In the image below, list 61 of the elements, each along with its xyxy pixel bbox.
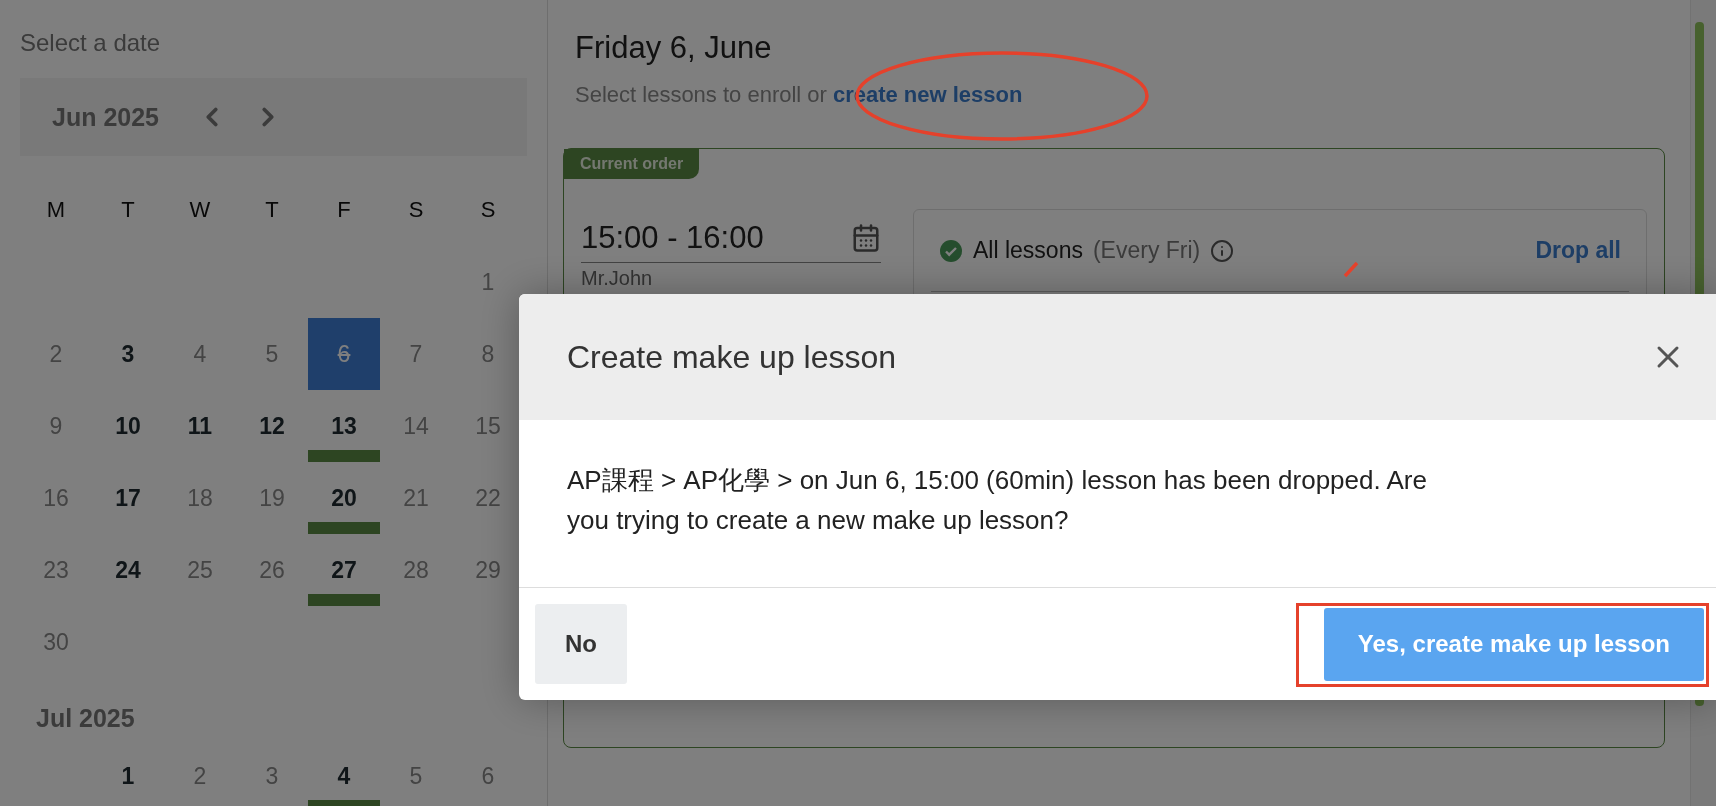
time-field[interactable]: 15:00 - 16:00 bbox=[581, 213, 881, 263]
page-title: Friday 6, June bbox=[574, 30, 773, 66]
selected-day[interactable]: 6 bbox=[308, 318, 380, 390]
day-number[interactable]: 10 bbox=[115, 412, 141, 440]
day-number[interactable]: 19 bbox=[259, 484, 285, 512]
day-number[interactable]: 1 bbox=[121, 762, 135, 790]
day-number[interactable]: 6 bbox=[481, 762, 495, 790]
day-number[interactable]: 2 bbox=[49, 340, 63, 368]
day-number[interactable]: 15 bbox=[475, 412, 501, 440]
weekday-label: T bbox=[121, 197, 135, 223]
day-number[interactable]: 17 bbox=[115, 484, 141, 512]
day-number[interactable]: 2 bbox=[193, 762, 207, 790]
day-number[interactable]: 11 bbox=[187, 412, 213, 440]
sidebar-title: Select a date bbox=[20, 28, 162, 58]
day-number[interactable]: 22 bbox=[475, 484, 501, 512]
info-icon[interactable] bbox=[1210, 238, 1235, 263]
day-number[interactable]: 21 bbox=[403, 484, 429, 512]
weekday-label: F bbox=[337, 197, 351, 223]
dialog-title: Create make up lesson bbox=[567, 338, 897, 376]
day-number[interactable]: 27 bbox=[331, 556, 357, 584]
day-number[interactable]: 29 bbox=[475, 556, 501, 584]
order-tag: Current order bbox=[564, 149, 700, 179]
lessons-label: All lessons bbox=[973, 237, 1083, 264]
day-number[interactable]: 6 bbox=[337, 340, 351, 368]
drop-all-button[interactable]: Drop all bbox=[1527, 237, 1629, 264]
cancel-button[interactable]: No bbox=[535, 604, 627, 684]
day-number[interactable]: 23 bbox=[43, 556, 69, 584]
day-number[interactable]: 4 bbox=[337, 762, 351, 790]
day-number[interactable]: 3 bbox=[121, 340, 135, 368]
day-number[interactable]: 5 bbox=[265, 340, 279, 368]
day-number[interactable]: 8 bbox=[481, 340, 495, 368]
day-number[interactable]: 4 bbox=[193, 340, 207, 368]
day-number[interactable]: 26 bbox=[259, 556, 285, 584]
dialog-message: AP課程 > AP化學 > on Jun 6, 15:00 (60min) lesson has been dropped. Are you trying to create a new make up lesson? bbox=[519, 420, 1716, 588]
day-number[interactable]: 7 bbox=[409, 340, 423, 368]
day-number[interactable]: 3 bbox=[265, 762, 279, 790]
weekday-label: S bbox=[480, 197, 496, 223]
day-number[interactable]: 28 bbox=[403, 556, 429, 584]
day-number[interactable]: 16 bbox=[43, 484, 69, 512]
pen-mark bbox=[1343, 261, 1359, 278]
weekday-label: W bbox=[189, 197, 211, 223]
month-label: Jul 2025 bbox=[35, 703, 136, 734]
day-number[interactable]: 24 bbox=[115, 556, 141, 584]
day-number[interactable]: 20 bbox=[331, 484, 357, 512]
calendar-icon bbox=[851, 222, 881, 253]
day-number[interactable]: 18 bbox=[187, 484, 213, 512]
day-number[interactable]: 14 bbox=[403, 412, 429, 440]
day-number[interactable]: 25 bbox=[187, 556, 213, 584]
confirm-button[interactable]: Yes, create make up lesson bbox=[1323, 607, 1704, 681]
day-number[interactable]: 5 bbox=[409, 762, 423, 790]
month-label: Jun 2025 bbox=[52, 102, 159, 132]
weekday-label: M bbox=[46, 197, 66, 223]
lessons-note: (Every Fri) bbox=[1092, 237, 1201, 264]
day-number[interactable]: 30 bbox=[43, 628, 69, 656]
day-number[interactable]: 13 bbox=[331, 412, 357, 440]
day-number[interactable]: 9 bbox=[49, 412, 63, 440]
weekday-label: S bbox=[408, 197, 424, 223]
teacher-name: Mr.John bbox=[581, 267, 654, 290]
day-number[interactable]: 1 bbox=[481, 268, 495, 296]
day-number[interactable]: 12 bbox=[259, 412, 285, 440]
weekday-label: T bbox=[265, 197, 279, 223]
